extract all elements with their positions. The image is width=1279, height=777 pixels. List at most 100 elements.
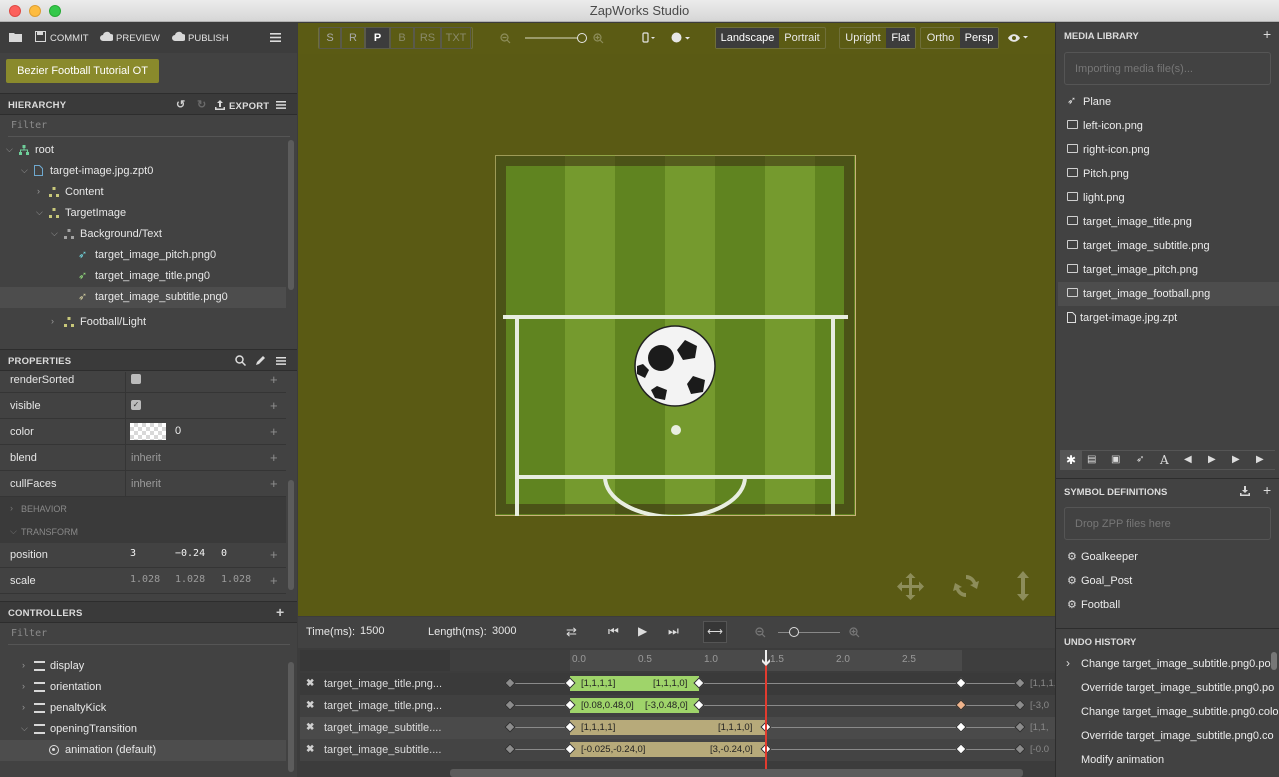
timeline-zoom-in-icon[interactable]	[849, 627, 860, 638]
controller-penaltykick[interactable]: › penaltyKick	[0, 698, 286, 719]
skip-back-icon[interactable]: ⏮	[608, 624, 619, 639]
close-icon[interactable]: ✖	[306, 722, 314, 733]
audio-filter-icon[interactable]: ◀	[1184, 454, 1192, 465]
undo-scrollbar[interactable]	[1271, 652, 1277, 670]
video-filter-icon[interactable]: ▶	[1208, 454, 1216, 465]
tree-item-football-light[interactable]: › Football/Light	[0, 312, 286, 333]
scale-y-input[interactable]: 1.028	[175, 574, 205, 585]
export-button[interactable]: EXPORT	[229, 101, 269, 112]
transform-group[interactable]: ⌵ TRANSFORM	[0, 521, 286, 543]
chevron-right-icon[interactable]: ›	[51, 316, 54, 326]
undo-item[interactable]: Modify animation	[1058, 748, 1279, 772]
zoom-out-icon[interactable]	[500, 33, 511, 44]
fit-timeline-button[interactable]: ⟷	[703, 621, 727, 643]
timeline-ruler[interactable]: 0.0 0.5 1.0 1.5 2.0 2.5	[450, 650, 1055, 671]
commit-button[interactable]: COMMIT	[50, 33, 89, 44]
tree-item-targetimage[interactable]: ⌵ TargetImage	[0, 203, 286, 224]
scale-gizmo-icon[interactable]	[1014, 571, 1032, 601]
chevron-down-icon[interactable]: ⌵	[36, 207, 43, 218]
keyframe[interactable]	[504, 743, 516, 755]
play-icon[interactable]: ▶	[638, 624, 647, 638]
add-keyframe-icon[interactable]: +	[270, 476, 278, 491]
upright-button[interactable]: Upright	[840, 28, 886, 48]
tree-item-subtitle[interactable]: ➶ target_image_subtitle.png0	[0, 287, 286, 308]
zoom-slider-handle[interactable]	[577, 33, 587, 43]
all-filter-icon[interactable]: ✱	[1060, 451, 1082, 470]
time-input[interactable]: 1500	[360, 621, 407, 643]
globe-dropdown-icon[interactable]	[671, 32, 691, 44]
media-item[interactable]: target-image.jpg.zpt	[1058, 306, 1279, 330]
media-item[interactable]: target_image_football.png	[1058, 282, 1279, 306]
add-keyframe-icon[interactable]: +	[270, 450, 278, 465]
properties-scrollbar[interactable]	[288, 480, 294, 590]
symbol-item[interactable]: ⚙ Goalkeeper	[1058, 545, 1279, 569]
media-item[interactable]: target_image_pitch.png	[1058, 258, 1279, 282]
scale-z-input[interactable]: 1.028	[221, 574, 251, 585]
publish-button[interactable]: PUBLISH	[188, 33, 229, 44]
zoom-in-icon[interactable]	[593, 33, 604, 44]
controller-openingtransition[interactable]: ⌵ openingTransition	[0, 719, 286, 740]
position-mode-button[interactable]: P	[365, 27, 390, 49]
undo-icon[interactable]: ↺	[176, 98, 185, 111]
tree-item-root[interactable]: ⌵ root	[0, 140, 286, 161]
download-icon[interactable]	[1240, 486, 1250, 496]
keyframe[interactable]	[504, 677, 516, 689]
redo-icon[interactable]: ↻	[197, 98, 206, 111]
landscape-button[interactable]: Landscape	[716, 28, 779, 48]
hierarchy-menu-icon[interactable]	[276, 101, 286, 109]
chevron-right-icon[interactable]: ›	[37, 186, 40, 196]
persp-button[interactable]: Persp	[960, 28, 998, 48]
playhead-handle-icon[interactable]	[761, 650, 771, 668]
visible-checkbox[interactable]: ✓	[131, 400, 141, 410]
rotate-gizmo-icon[interactable]	[952, 572, 980, 600]
add-keyframe-icon[interactable]: +	[270, 398, 278, 413]
undo-item[interactable]: Change target_image_subtitle.png0.colo	[1058, 700, 1279, 724]
pencil-icon[interactable]	[255, 355, 266, 366]
keyframe[interactable]	[1014, 677, 1026, 689]
chevron-right-icon[interactable]: ›	[22, 681, 25, 691]
add-keyframe-icon[interactable]: +	[270, 573, 278, 588]
project-name-button[interactable]: Bezier Football Tutorial OT	[6, 59, 159, 83]
keyframe[interactable]	[1014, 699, 1026, 711]
keyframe[interactable]	[504, 699, 516, 711]
hierarchy-scrollbar[interactable]	[288, 140, 294, 290]
video-filter-icon-3[interactable]: ▶	[1256, 454, 1264, 465]
text-mode-button[interactable]: TXT	[441, 27, 471, 49]
zoom-slider-track[interactable]	[525, 37, 585, 39]
rocket-filter-icon[interactable]: ➶	[1136, 454, 1144, 465]
loop-icon[interactable]: ⇄	[566, 624, 577, 640]
preview-button[interactable]: PREVIEW	[116, 33, 160, 44]
chevron-right-icon[interactable]: ›	[22, 702, 25, 712]
properties-menu-icon[interactable]	[276, 357, 286, 365]
keyframe[interactable]	[955, 721, 967, 733]
keyframe[interactable]	[955, 743, 967, 755]
behavior-group[interactable]: › BEHAVIOR	[0, 497, 286, 521]
menu-icon[interactable]	[270, 33, 281, 42]
tree-item-content[interactable]: › Content	[0, 182, 286, 203]
add-controller-icon[interactable]: +	[276, 604, 284, 620]
keyframe[interactable]	[955, 677, 967, 689]
tree-item-zpt[interactable]: ⌵ target-image.jpg.zpt0	[0, 161, 286, 182]
chevron-down-icon[interactable]: ⌵	[21, 165, 28, 176]
cullfaces-value[interactable]: inherit	[131, 478, 161, 490]
position-z-input[interactable]: 0	[221, 548, 227, 559]
media-item[interactable]: left-icon.png	[1058, 114, 1279, 138]
undo-item[interactable]: Override target_image_subtitle.png0.co	[1058, 724, 1279, 748]
media-item[interactable]: right-icon.png	[1058, 138, 1279, 162]
keyframe[interactable]	[955, 699, 967, 711]
chevron-down-icon[interactable]: ⌵	[51, 228, 58, 239]
undo-item[interactable]: Override target_image_subtitle.png0.po	[1058, 676, 1279, 700]
undo-item[interactable]: › Change target_image_subtitle.png0.pos	[1058, 652, 1279, 676]
controller-orientation[interactable]: › orientation	[0, 677, 286, 698]
image-filter-icon[interactable]: ▣	[1111, 454, 1120, 465]
media-item[interactable]: ➶ Plane	[1058, 90, 1279, 114]
close-icon[interactable]: ✖	[306, 700, 314, 711]
skip-forward-icon[interactable]: ⏭	[668, 624, 679, 639]
add-keyframe-icon[interactable]: +	[270, 372, 278, 387]
playhead-line[interactable]	[765, 652, 767, 777]
chevron-down-icon[interactable]: ⌵	[21, 723, 28, 734]
blend-value[interactable]: inherit	[131, 452, 161, 464]
symbol-item[interactable]: ⚙ Goal_Post	[1058, 569, 1279, 593]
folder-icon[interactable]	[9, 32, 22, 42]
add-media-icon[interactable]: +	[1263, 26, 1271, 42]
